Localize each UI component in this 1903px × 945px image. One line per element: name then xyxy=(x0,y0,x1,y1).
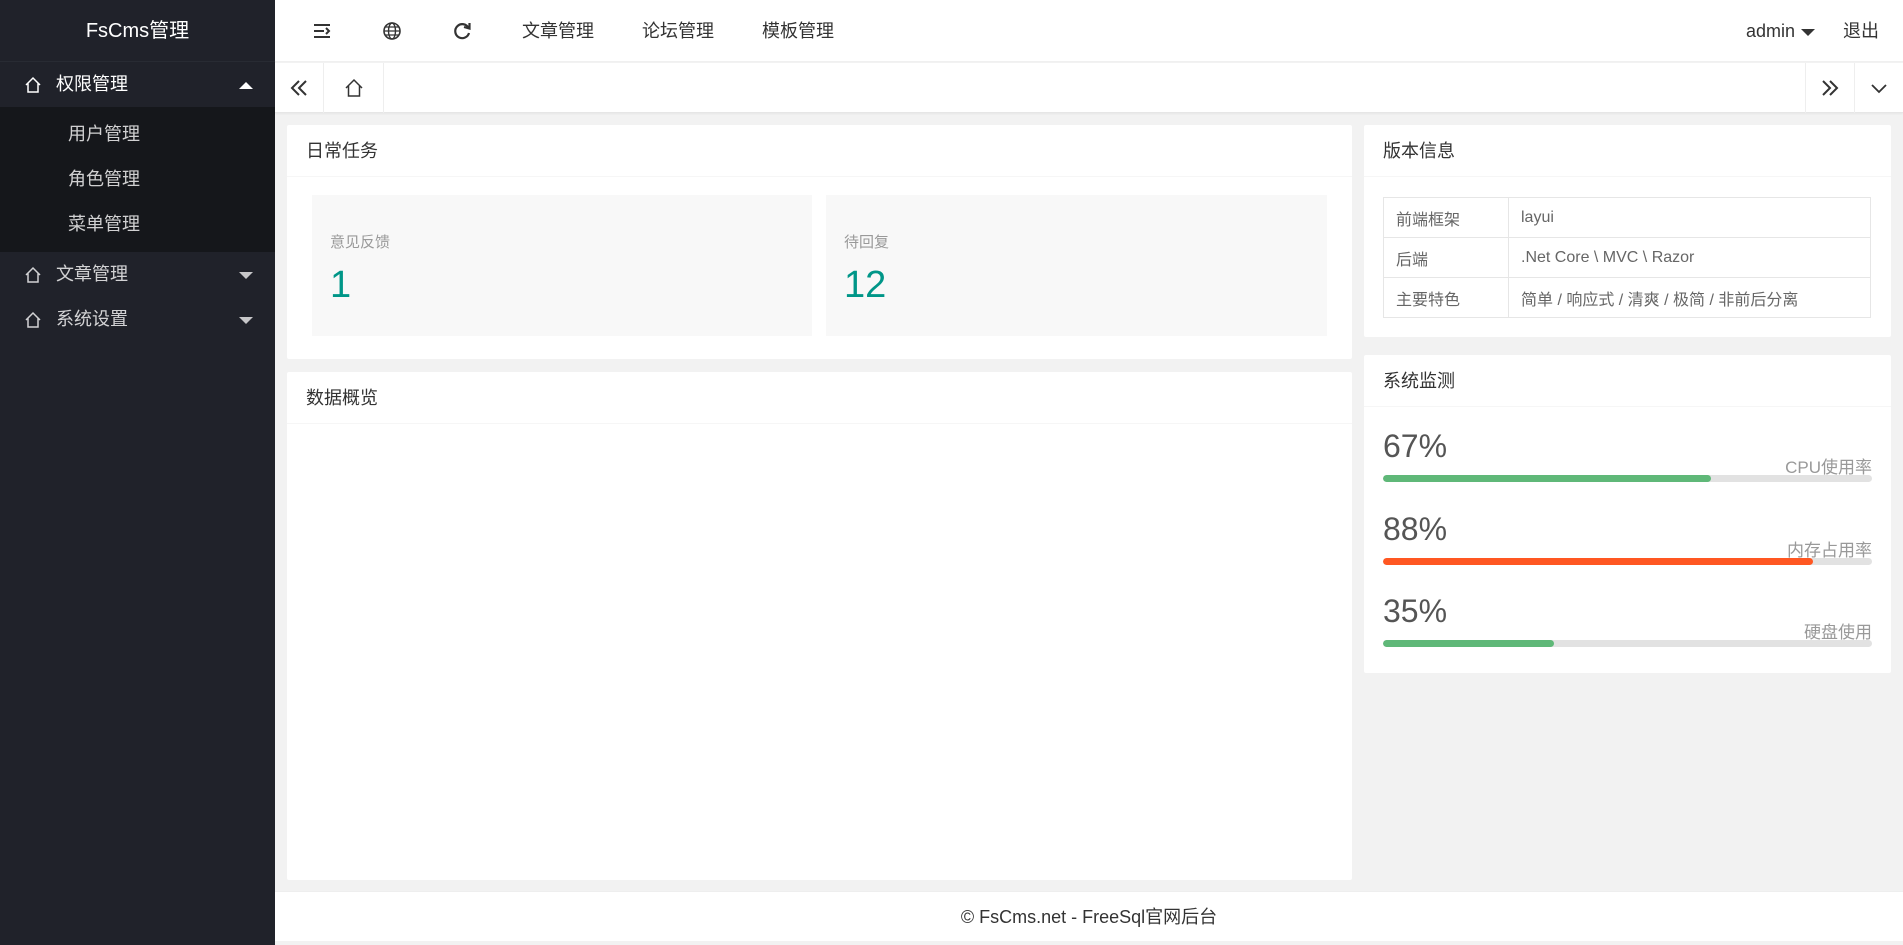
app-logo[interactable]: FsCms管理 xyxy=(0,0,275,62)
pending-reply-stat[interactable]: 待回复 12 xyxy=(826,195,1327,336)
feedback-stat[interactable]: 意见反馈 1 xyxy=(312,195,812,336)
daily-tasks-card: 日常任务 意见反馈 1 待回复 12 xyxy=(287,125,1352,359)
table-cell-key: 后端 xyxy=(1383,237,1509,278)
progress-fill xyxy=(1383,475,1711,482)
globe-icon[interactable] xyxy=(380,19,404,43)
table-row: 后端 .Net Core \ MVC \ Razor xyxy=(1383,237,1871,278)
sidebar-item-users[interactable]: 用户管理 xyxy=(0,112,275,157)
sidebar-item-permissions[interactable]: 权限管理 xyxy=(0,62,275,107)
double-right-icon xyxy=(1822,80,1839,96)
monitor-percent: 88% xyxy=(1383,511,1448,547)
home-icon xyxy=(25,311,41,328)
tab-home[interactable] xyxy=(324,63,384,113)
card-title: 数据概览 xyxy=(287,372,1352,424)
progress-track xyxy=(1383,640,1872,647)
refresh-icon[interactable] xyxy=(450,19,474,43)
card-title: 系统监测 xyxy=(1364,355,1891,407)
progress-track xyxy=(1383,475,1872,482)
monitor-percent: 67% xyxy=(1383,428,1448,464)
nav-link-forum[interactable]: 论坛管理 xyxy=(642,0,714,62)
tabs-scroll-left-button[interactable] xyxy=(275,63,324,113)
tabs-dropdown-button[interactable] xyxy=(1854,63,1903,113)
table-cell-key: 主要特色 xyxy=(1383,277,1509,318)
card-title: 版本信息 xyxy=(1364,125,1891,177)
progress-fill xyxy=(1383,558,1814,565)
version-info-card: 版本信息 前端框架 layui 后端 .Net Core \ MVC \ Raz… xyxy=(1364,125,1891,337)
stat-value: 1 xyxy=(330,264,352,306)
data-overview-card: 数据概览 xyxy=(287,372,1352,880)
chevron-down-icon xyxy=(239,317,253,324)
sidebar-item-articles[interactable]: 文章管理 xyxy=(0,252,275,297)
monitor-percent: 35% xyxy=(1383,593,1448,629)
sidebar-item-menus[interactable]: 菜单管理 xyxy=(0,202,275,247)
sidebar-item-label: 文章管理 xyxy=(56,264,128,284)
progress-track xyxy=(1383,558,1872,565)
home-icon xyxy=(25,76,41,93)
sidebar-item-roles[interactable]: 角色管理 xyxy=(0,157,275,202)
chevron-down-icon xyxy=(1871,84,1887,94)
table-cell-key: 前端框架 xyxy=(1383,197,1509,238)
tabs-scroll-right-button[interactable] xyxy=(1805,63,1854,113)
sidebar-item-label: 系统设置 xyxy=(56,309,128,329)
caret-down-icon xyxy=(1801,28,1815,36)
card-title: 日常任务 xyxy=(287,125,1352,177)
page-footer: © FsCms.net - FreeSql官网后台 xyxy=(275,891,1903,941)
top-header: 文章管理 论坛管理 模板管理 admin 退出 xyxy=(275,0,1903,62)
table-cell-value: 简单 / 响应式 / 清爽 / 极简 / 非前后分离 xyxy=(1508,277,1871,318)
user-menu[interactable]: admin xyxy=(1746,0,1815,62)
table-cell-value: .Net Core \ MVC \ Razor xyxy=(1508,237,1871,278)
home-icon xyxy=(25,266,41,283)
sidebar-item-label: 权限管理 xyxy=(56,74,128,94)
logout-link[interactable]: 退出 xyxy=(1843,0,1879,62)
submenu-permissions: 用户管理 角色管理 菜单管理 xyxy=(0,107,275,252)
table-row: 主要特色 简单 / 响应式 / 清爽 / 极简 / 非前后分离 xyxy=(1383,277,1871,318)
tabs-bar xyxy=(275,63,1903,113)
table-cell-value: layui xyxy=(1508,197,1871,238)
stat-label: 待回复 xyxy=(844,234,890,251)
username: admin xyxy=(1745,21,1795,41)
table-row: 前端框架 layui xyxy=(1383,197,1871,238)
chevron-down-icon xyxy=(239,272,253,279)
version-table: 前端框架 layui 后端 .Net Core \ MVC \ Razor 主要… xyxy=(1383,197,1871,318)
menu-fold-icon[interactable] xyxy=(310,19,334,43)
stat-value: 12 xyxy=(844,264,887,306)
system-monitor-card: 系统监测 67% CPU使用率 88% 内存占用率 35% 硬盘使用 xyxy=(1364,355,1891,673)
sidebar: FsCms管理 权限管理 用户管理 角色管理 菜单管理 文章管理 系统设置 xyxy=(0,0,275,945)
home-icon xyxy=(344,78,363,97)
sidebar-item-settings[interactable]: 系统设置 xyxy=(0,297,275,342)
nav-link-templates[interactable]: 模板管理 xyxy=(762,0,834,62)
nav-link-articles[interactable]: 文章管理 xyxy=(522,0,594,62)
progress-fill xyxy=(1383,640,1555,647)
double-left-icon xyxy=(290,80,307,96)
chevron-up-icon xyxy=(239,82,253,89)
stat-label: 意见反馈 xyxy=(330,234,391,251)
